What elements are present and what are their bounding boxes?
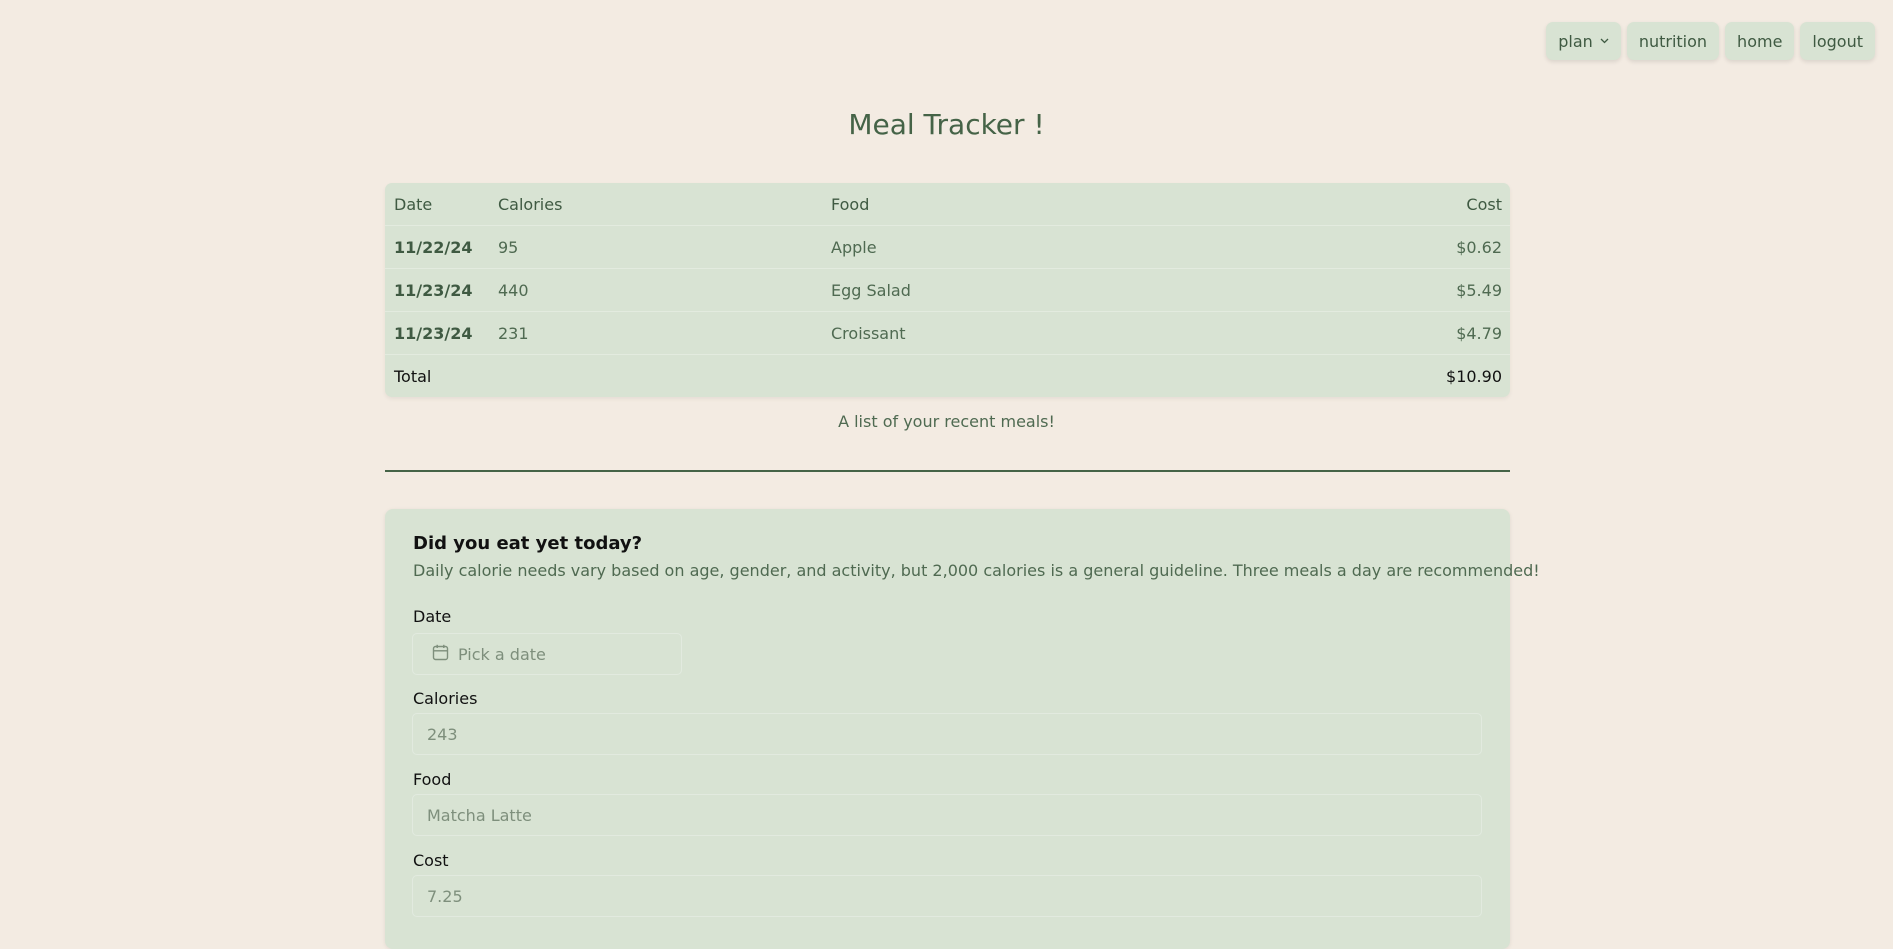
- plan-dropdown-button[interactable]: plan: [1546, 22, 1621, 60]
- table-row: 11/22/24 95 Apple $0.62: [385, 226, 1510, 269]
- table-total-row: Total $10.90: [385, 355, 1510, 397]
- date-label: Date: [413, 607, 452, 626]
- calendar-icon: [432, 644, 458, 665]
- cell-cost: $5.49: [1456, 280, 1502, 300]
- date-picker-placeholder: Pick a date: [458, 644, 546, 664]
- cell-calories: 440: [498, 280, 529, 300]
- form-description: Daily calorie needs vary based on age, g…: [413, 561, 1540, 580]
- total-label: Total: [394, 366, 432, 386]
- home-button[interactable]: home: [1725, 22, 1795, 60]
- calories-input[interactable]: [412, 713, 1482, 755]
- food-label: Food: [413, 770, 452, 789]
- page-title: Meal Tracker !: [848, 108, 1045, 141]
- nutrition-button[interactable]: nutrition: [1626, 22, 1720, 60]
- header-calories: Calories: [498, 194, 563, 214]
- meals-table: Date Calories Food Cost 11/22/24 95 Appl…: [385, 183, 1510, 397]
- table-caption: A list of your recent meals!: [838, 412, 1055, 431]
- header-date: Date: [394, 194, 433, 214]
- cell-food: Apple: [831, 237, 877, 257]
- logout-button[interactable]: logout: [1800, 22, 1875, 60]
- total-value: $10.90: [1446, 366, 1502, 386]
- table-row: 11/23/24 440 Egg Salad $5.49: [385, 269, 1510, 312]
- calories-label: Calories: [413, 689, 478, 708]
- chevron-down-icon: [1600, 36, 1609, 47]
- cell-date: 11/23/24: [394, 323, 473, 343]
- cell-cost: $4.79: [1456, 323, 1502, 343]
- cell-food: Egg Salad: [831, 280, 911, 300]
- cell-date: 11/22/24: [394, 237, 473, 257]
- header-cost: Cost: [1466, 194, 1502, 214]
- plan-label: plan: [1558, 31, 1593, 51]
- form-title: Did you eat yet today?: [413, 533, 643, 554]
- date-picker-button[interactable]: Pick a date: [412, 633, 682, 675]
- table-header-row: Date Calories Food Cost: [385, 183, 1510, 226]
- cell-cost: $0.62: [1456, 237, 1502, 257]
- food-input[interactable]: [412, 794, 1482, 836]
- meal-entry-form: Did you eat yet today? Daily calorie nee…: [385, 509, 1540, 949]
- cost-input[interactable]: [412, 875, 1482, 917]
- table-row: 11/23/24 231 Croissant $4.79: [385, 312, 1510, 355]
- cell-calories: 95: [498, 237, 519, 257]
- cost-label: Cost: [413, 851, 449, 870]
- cell-food: Croissant: [831, 323, 906, 343]
- cell-date: 11/23/24: [394, 280, 473, 300]
- section-divider: [385, 470, 1510, 472]
- header-food: Food: [831, 194, 870, 214]
- cell-calories: 231: [498, 323, 529, 343]
- top-nav: plan nutrition home logout: [1546, 22, 1875, 60]
